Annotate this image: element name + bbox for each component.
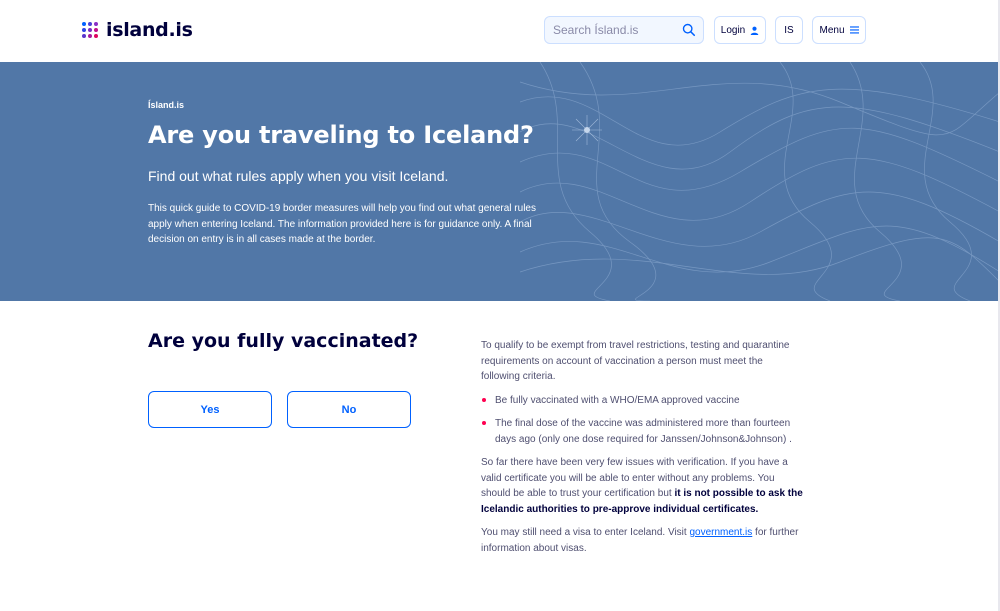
menu-button[interactable]: Menu: [812, 16, 866, 44]
site-header: island.is Login IS Menu: [0, 0, 1000, 62]
page-title: Are you traveling to Iceland?: [148, 121, 534, 149]
breadcrumb[interactable]: Ísland.is: [148, 100, 184, 110]
criteria-intro: To qualify to be exempt from travel rest…: [481, 340, 790, 382]
criteria-item: Be fully vaccinated with a WHO/EMA appro…: [481, 393, 803, 409]
login-button[interactable]: Login: [714, 16, 766, 44]
criteria-list: Be fully vaccinated with a WHO/EMA appro…: [481, 393, 803, 448]
government-link[interactable]: government.is: [689, 527, 752, 538]
decorative-wave-pattern: [520, 62, 1000, 301]
no-button[interactable]: No: [287, 391, 411, 428]
visa-text: You may still need a visa to enter Icela…: [481, 527, 690, 538]
vaccination-info: To qualify to be exempt from travel rest…: [481, 338, 803, 564]
verification-note: So far there have been very few issues w…: [481, 455, 803, 517]
menu-icon: [849, 26, 859, 34]
hero-section: Ísland.is Are you traveling to Iceland? …: [0, 62, 1000, 301]
logo-text: island.is: [106, 19, 193, 41]
page-subtitle: Find out what rules apply when you visit…: [148, 168, 449, 184]
visa-note: You may still need a visa to enter Icela…: [481, 525, 803, 556]
yes-button[interactable]: Yes: [148, 391, 272, 428]
search-box[interactable]: [544, 16, 704, 44]
vaccination-question: Are you fully vaccinated?: [148, 330, 419, 352]
search-icon[interactable]: [682, 23, 696, 37]
page-description: This quick guide to COVID-19 border meas…: [148, 203, 536, 245]
search-input[interactable]: [553, 23, 673, 37]
language-label: IS: [784, 24, 794, 36]
login-label: Login: [720, 24, 746, 36]
island-logo[interactable]: island.is: [82, 19, 193, 41]
criteria-item: The final dose of the vaccine was admini…: [481, 416, 803, 447]
menu-label: Menu: [819, 24, 845, 36]
language-button[interactable]: IS: [775, 16, 803, 44]
user-icon: [750, 26, 759, 35]
island-dots-logo-icon: [82, 22, 98, 38]
